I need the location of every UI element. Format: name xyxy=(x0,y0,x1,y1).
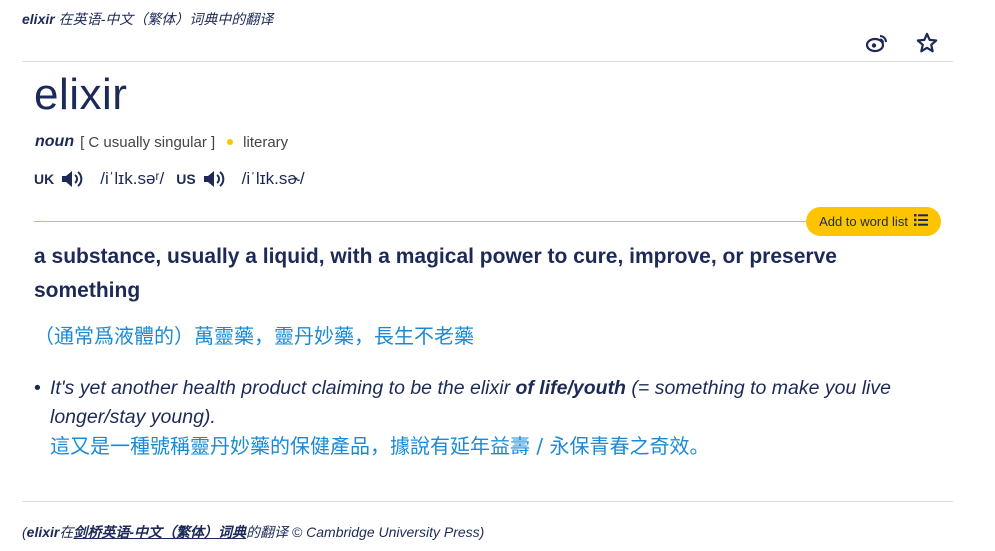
footer-divider xyxy=(22,501,953,502)
footer-credit: (elixir在剑桥英语-中文（繁体）词典的翻译 © Cambridge Uni… xyxy=(22,522,484,542)
example-pre: It's yet another health product claiming… xyxy=(50,377,516,399)
usage-dot xyxy=(227,139,234,145)
definition: a substance, usually a liquid, with a ma… xyxy=(34,245,837,302)
example-bullet: • xyxy=(34,377,41,399)
us-label: US xyxy=(176,171,196,187)
pronunciation-line: UK /iˈlɪk.səʳ/ US /iˈlɪk.sɚ/ xyxy=(34,168,317,190)
grammar-label: [ C usually singular ] xyxy=(80,133,216,151)
part-of-speech: noun xyxy=(35,133,75,150)
footer-word: elixir xyxy=(26,524,60,540)
header-word: elixir xyxy=(22,11,55,27)
dictionary-link[interactable]: 剑桥英语-中文（繁体）词典 xyxy=(73,524,246,540)
example-sentence: It's yet another health product claiming… xyxy=(50,374,934,432)
example-block: • It's yet another health product claimi… xyxy=(34,374,934,461)
uk-speaker-icon[interactable] xyxy=(60,168,84,190)
list-icon xyxy=(913,214,928,229)
star-icon[interactable] xyxy=(915,31,939,55)
uk-ipa: /iˈlɪk.səʳ/ xyxy=(100,169,165,188)
dictionary-header-title: elixir 在英语-中文（繁体）词典中的翻译 xyxy=(22,9,273,29)
header-divider xyxy=(22,61,953,62)
header-title-suffix: 在英语-中文（繁体）词典中的翻译 xyxy=(54,11,274,27)
part-of-speech-line: noun [ C usually singular ] literary xyxy=(35,133,288,151)
us-speaker-icon[interactable] xyxy=(202,168,226,190)
uk-label: UK xyxy=(34,171,55,187)
usage-label: literary xyxy=(243,133,289,151)
add-to-word-list-label: Add to word list xyxy=(819,214,908,229)
us-ipa: /iˈlɪk.sɚ/ xyxy=(241,169,305,188)
headword: elixir xyxy=(34,70,128,119)
header-actions xyxy=(865,31,939,55)
footer-suffix: 的翻译 © Cambridge University Press) xyxy=(246,524,485,540)
weibo-icon[interactable] xyxy=(865,31,889,55)
footer-in: 在 xyxy=(59,524,74,540)
add-to-word-list-button[interactable]: Add to word list xyxy=(806,207,941,236)
example-translation: 這又是一種號稱靈丹妙藥的保健產品，據說有延年益壽 / 永保青春之奇效。 xyxy=(50,434,710,458)
definition-translation: （通常爲液體的）萬靈藥，靈丹妙藥，長生不老藥 xyxy=(34,324,474,348)
example-collocation: of life/youth xyxy=(515,377,626,399)
sense-divider xyxy=(34,221,874,222)
